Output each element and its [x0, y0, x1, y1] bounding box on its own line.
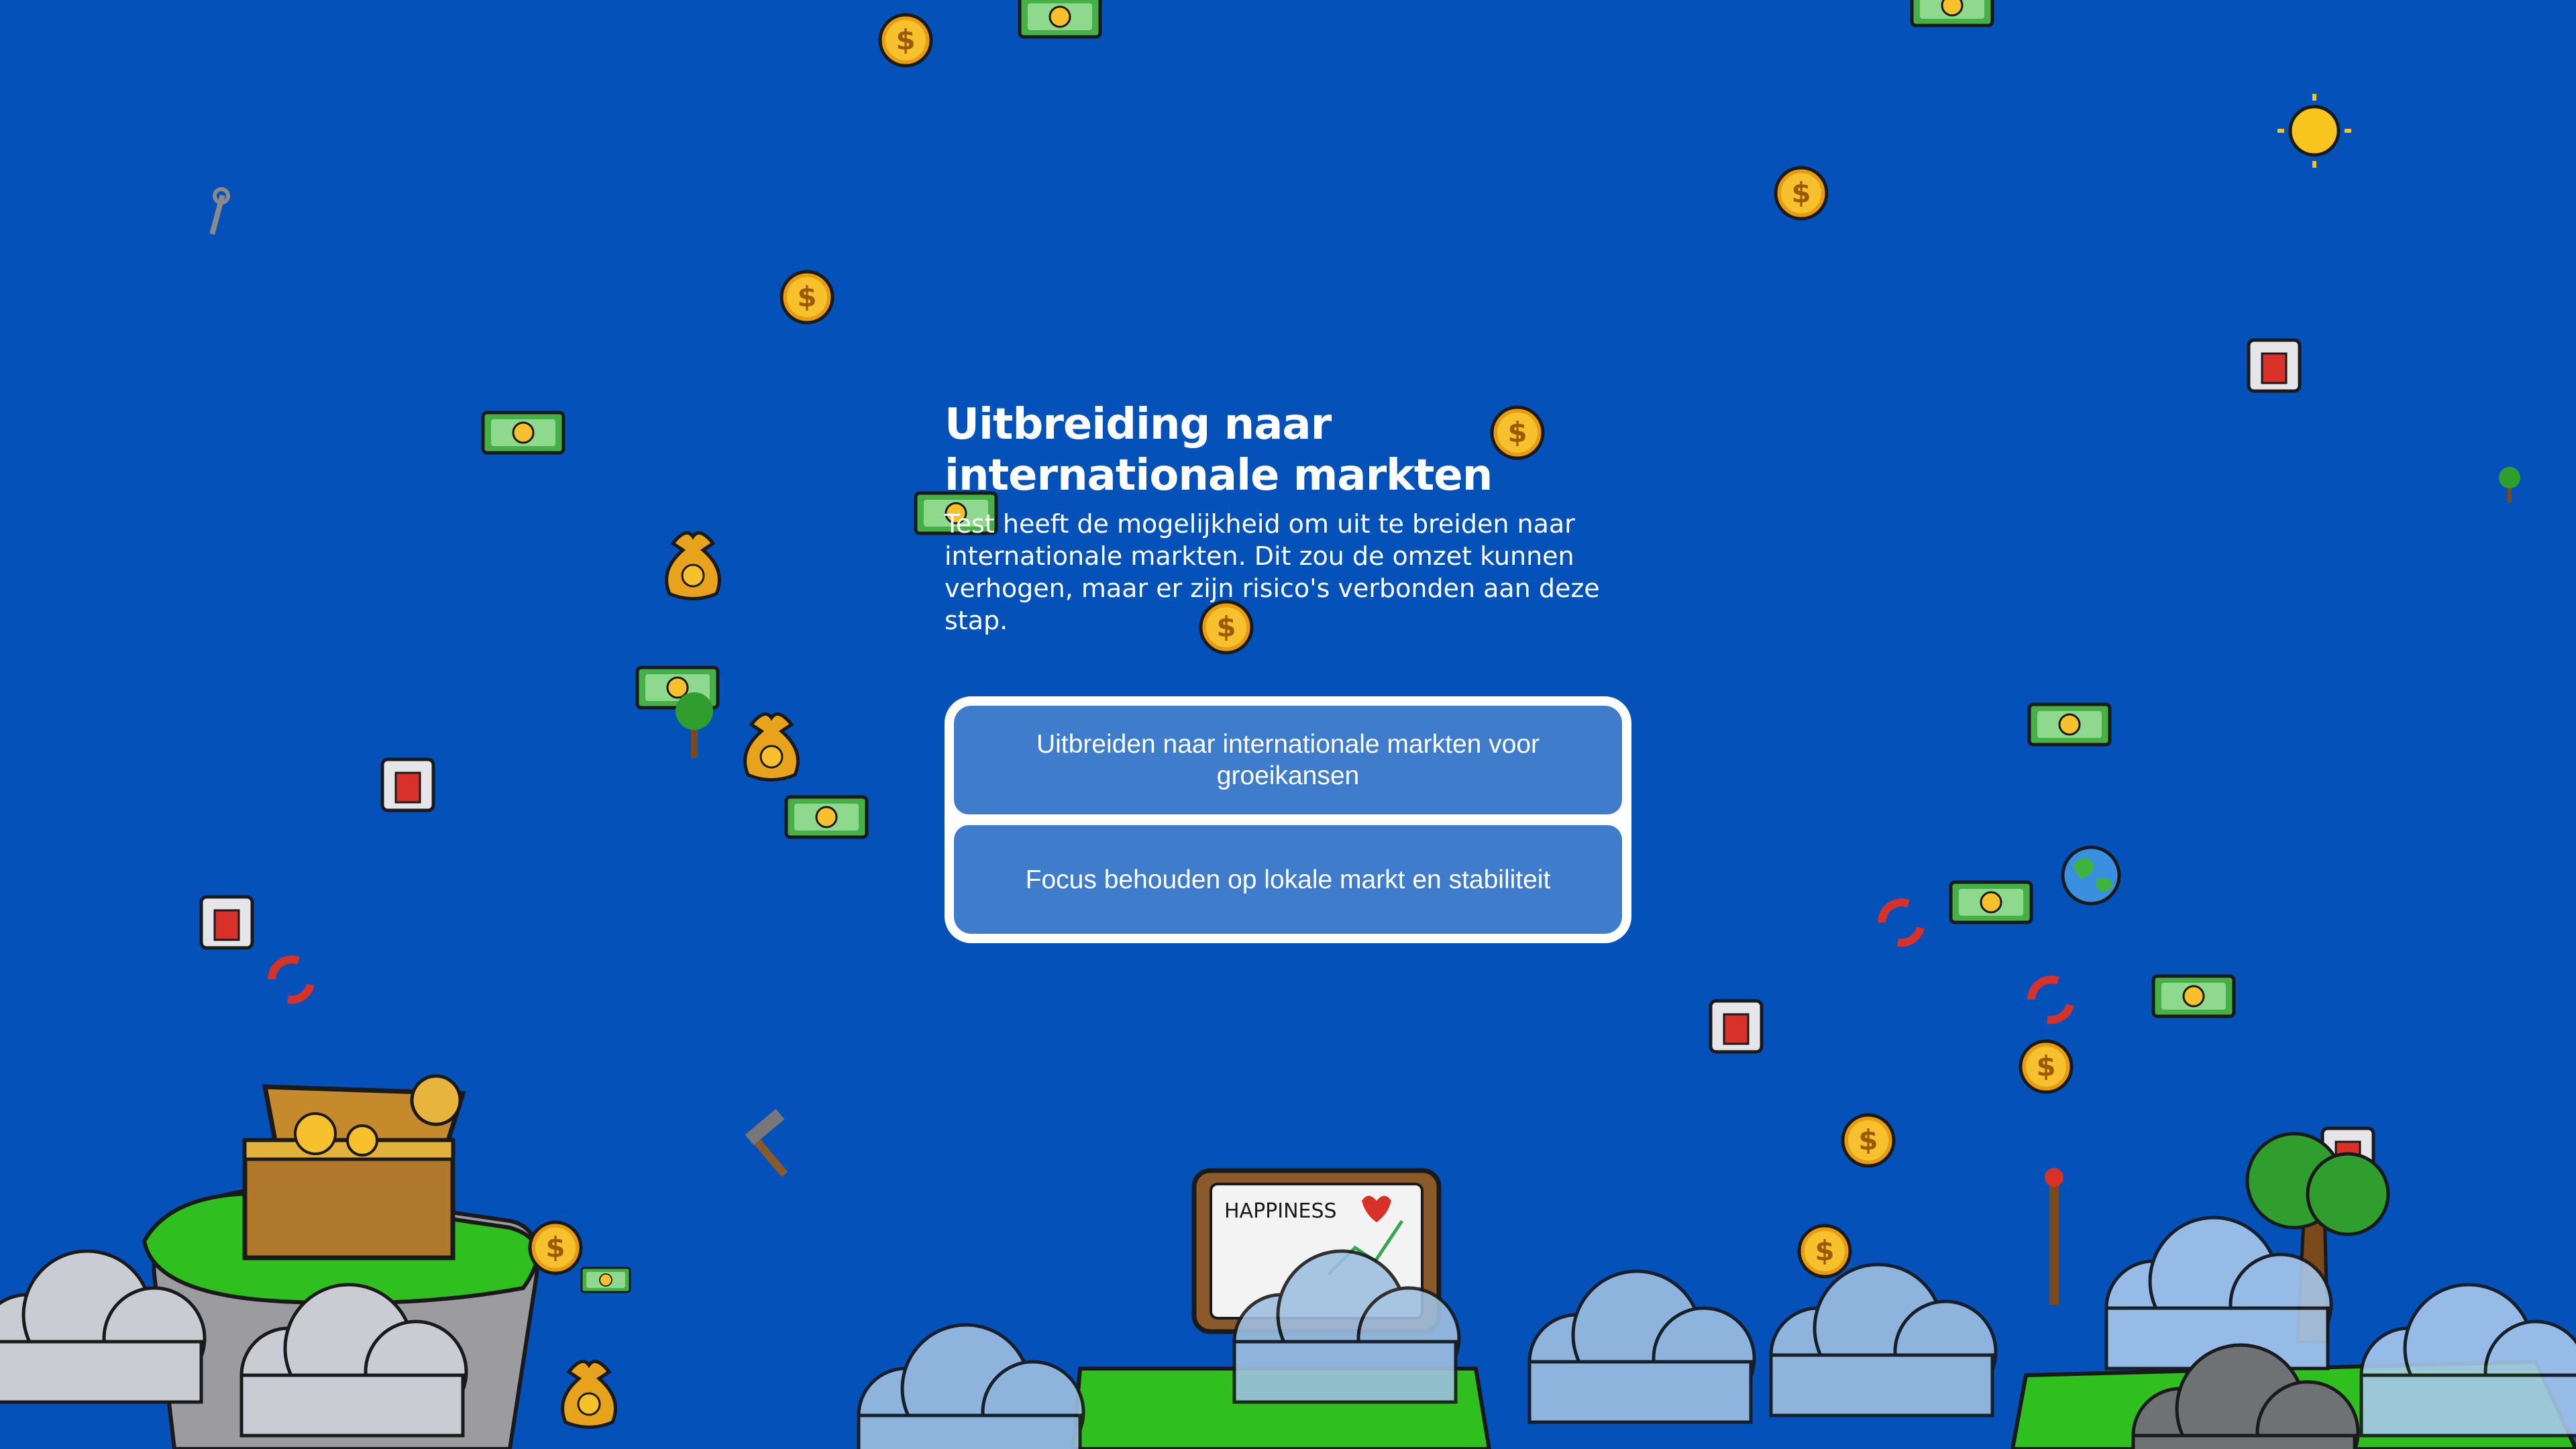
banknote-icon: [1951, 882, 2031, 922]
money-bag-icon: [563, 1361, 616, 1427]
tree-icon: [676, 692, 713, 758]
recycle-icon: [1882, 902, 1921, 943]
recycle-icon: [272, 959, 311, 1000]
recycle-icon: [2031, 979, 2070, 1020]
money-bag-icon: [667, 533, 720, 598]
banknote-icon: [1020, 0, 1100, 37]
coin-icon: [1843, 1115, 1894, 1166]
coin-icon: [782, 272, 833, 323]
calendar-icon: [201, 897, 252, 948]
banknote-icon: [580, 1267, 631, 1293]
wrench-icon: [209, 187, 230, 235]
dialog: Uitbreiding naar internationale markten …: [945, 399, 1632, 637]
coin-icon: [2021, 1041, 2072, 1092]
sign-text: HAPPINESS: [1224, 1199, 1337, 1223]
coin-icon: [530, 1222, 581, 1273]
coin-icon: [1799, 1226, 1850, 1277]
choice-list: Uitbreiden naar internationale markten v…: [945, 696, 1631, 943]
calendar-icon: [2249, 340, 2300, 391]
tree-icon: [2499, 467, 2520, 503]
banknote-icon: [2153, 976, 2234, 1016]
dialog-title: Uitbreiding naar internationale markten: [945, 400, 1493, 500]
option-focus-local-button[interactable]: Focus behouden op lokale markt en stabil…: [954, 825, 1622, 934]
banknote-icon: [786, 797, 867, 837]
coin-icon: [880, 15, 931, 66]
banknote-icon: [483, 413, 564, 453]
dialog-description: Test heeft de mogelijkheid om uit te bre…: [945, 509, 1600, 635]
sun-icon: [2277, 94, 2351, 168]
hammer-icon: [745, 1109, 788, 1177]
treasure-chest-icon: [242, 1074, 466, 1260]
calendar-icon: [1711, 1001, 1762, 1052]
banknote-icon: [2029, 704, 2110, 745]
banknote-icon: [1912, 0, 1992, 25]
option-expand-international-button[interactable]: Uitbreiden naar internationale markten v…: [954, 706, 1622, 814]
calendar-icon: [382, 759, 433, 810]
coin-icon: [1776, 168, 1827, 219]
money-bag-icon: [745, 714, 798, 780]
globe-icon: [2061, 845, 2121, 906]
